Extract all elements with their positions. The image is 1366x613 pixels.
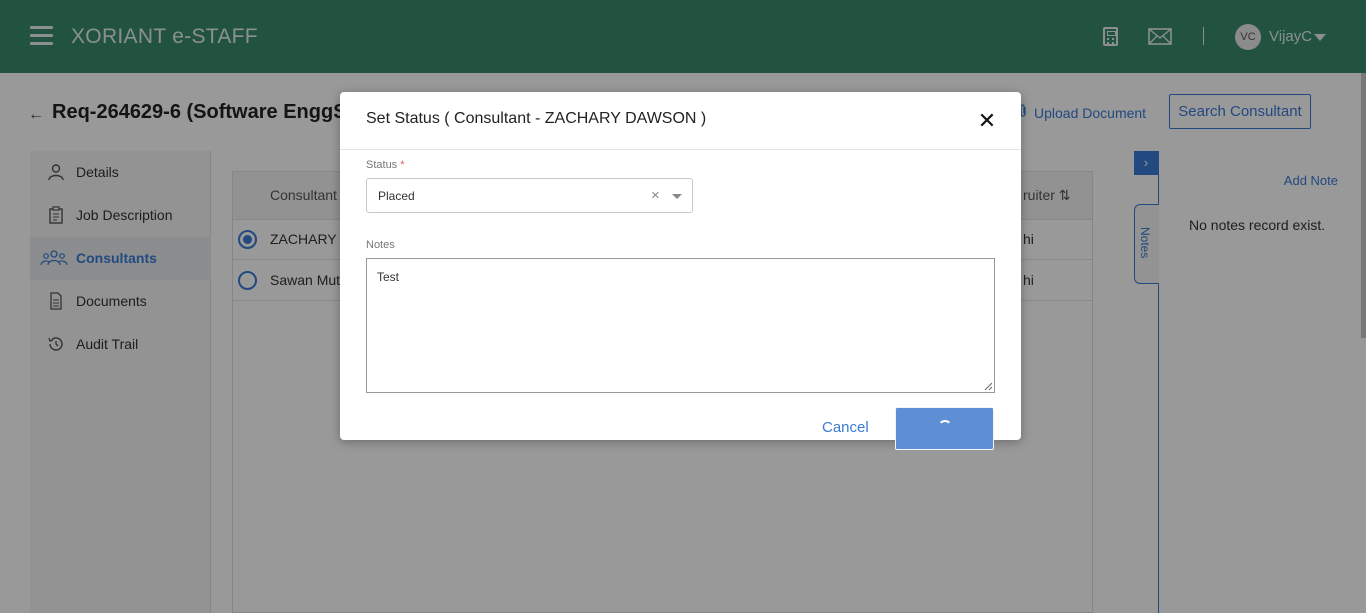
notes-label: Notes	[366, 239, 395, 251]
chevron-down-icon[interactable]	[672, 194, 682, 199]
notes-textarea[interactable]: Test	[366, 258, 995, 393]
status-select-value: Placed	[378, 189, 415, 203]
dialog-title: Set Status ( Consultant - ZACHARY DAWSON…	[366, 110, 707, 127]
resize-grip-icon[interactable]	[983, 381, 993, 391]
required-asterisk: *	[400, 159, 405, 171]
set-status-dialog: Set Status ( Consultant - ZACHARY DAWSON…	[340, 92, 1021, 450]
clear-icon[interactable]: ×	[651, 187, 660, 204]
cancel-button[interactable]: Cancel	[822, 419, 869, 436]
status-select[interactable]: Placed ×	[366, 178, 693, 213]
close-icon[interactable]: ✕	[976, 110, 998, 132]
status-label: Status *	[366, 159, 405, 171]
loading-spinner-icon	[938, 420, 952, 434]
status-label-text: Status	[366, 159, 398, 171]
dialog-header: Set Status ( Consultant - ZACHARY DAWSON…	[340, 92, 1021, 150]
submit-button[interactable]	[895, 407, 994, 450]
